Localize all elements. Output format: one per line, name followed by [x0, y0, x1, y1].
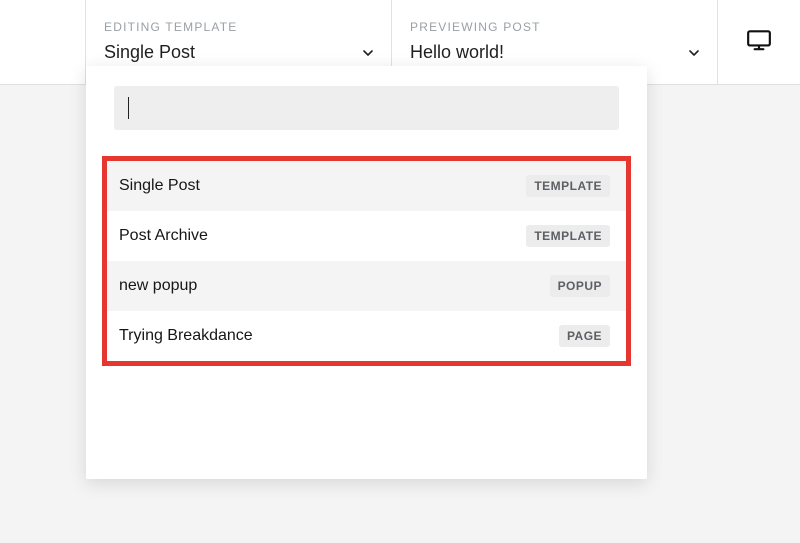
- list-item-label: new popup: [119, 277, 197, 295]
- chevron-down-icon[interactable]: [363, 49, 373, 57]
- list-item-label: Post Archive: [119, 227, 208, 245]
- list-item[interactable]: Trying Breakdance PAGE: [107, 311, 626, 361]
- template-list-highlight: Single Post TEMPLATE Post Archive TEMPLA…: [102, 156, 631, 366]
- search-input-field[interactable]: [129, 99, 605, 117]
- list-item[interactable]: Single Post TEMPLATE: [107, 161, 626, 211]
- list-item-badge: POPUP: [550, 275, 610, 297]
- list-item-label: Trying Breakdance: [119, 327, 253, 345]
- editing-template-label: EDITING TEMPLATE: [104, 20, 373, 34]
- list-item-badge: TEMPLATE: [526, 225, 610, 247]
- search-input[interactable]: [114, 86, 619, 130]
- list-item-label: Single Post: [119, 177, 200, 195]
- chevron-down-icon[interactable]: [689, 49, 699, 57]
- device-preview-button[interactable]: [739, 22, 779, 62]
- device-preview-panel: [717, 0, 800, 84]
- search-wrap: [86, 66, 647, 148]
- list-item-badge: PAGE: [559, 325, 610, 347]
- editing-template-value: Single Post: [104, 42, 195, 63]
- previewing-post-label: PREVIEWING POST: [410, 20, 699, 34]
- list-item-badge: TEMPLATE: [526, 175, 610, 197]
- topbar-left-spacer: [0, 0, 85, 84]
- list-item[interactable]: Post Archive TEMPLATE: [107, 211, 626, 261]
- monitor-icon: [746, 29, 772, 56]
- editing-template-row: Single Post: [104, 42, 373, 63]
- list-item[interactable]: new popup POPUP: [107, 261, 626, 311]
- previewing-post-row: Hello world!: [410, 42, 699, 63]
- template-dropdown-panel: Single Post TEMPLATE Post Archive TEMPLA…: [86, 66, 647, 479]
- previewing-post-value: Hello world!: [410, 42, 504, 63]
